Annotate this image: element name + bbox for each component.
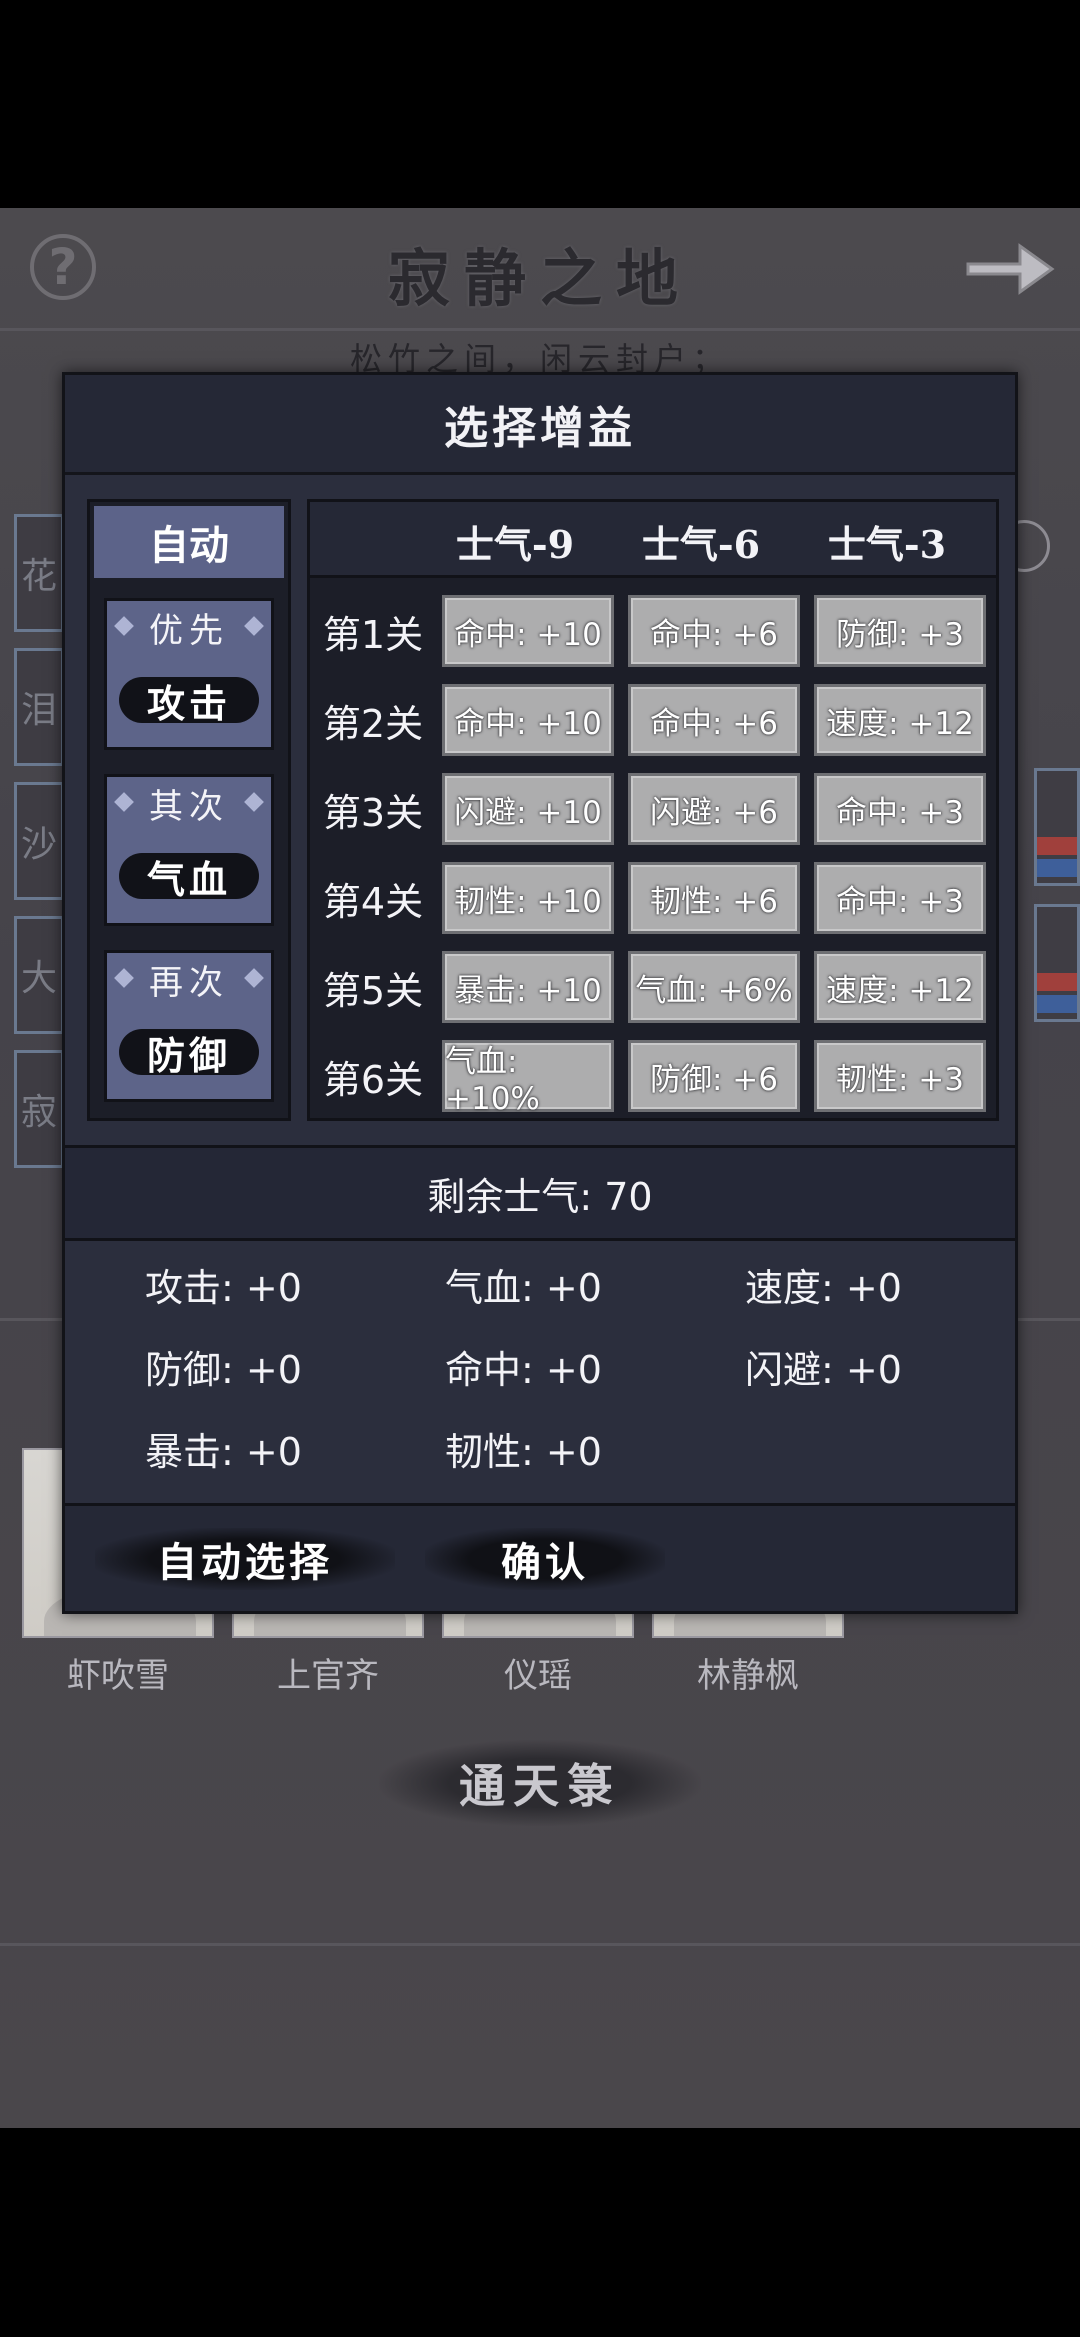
row-label: 第3关	[322, 791, 424, 835]
stat-value: 防御: +0	[145, 1348, 302, 1392]
buff-cell[interactable]: 速度: +12	[814, 951, 986, 1023]
stat-value: 暴击: +0	[145, 1430, 302, 1474]
priority-slot-1[interactable]: 优先 攻击	[104, 598, 274, 750]
buff-cell[interactable]: 闪避: +10	[442, 773, 614, 845]
priority-label: 再次	[149, 962, 229, 1003]
priority-slot-3[interactable]: 再次 防御	[104, 950, 274, 1102]
buff-grid: 士气-9 士气-6 士气-3 第1关 命中: +10 命中: +6 防御: +3…	[307, 499, 999, 1121]
priority-value: 攻击	[146, 680, 231, 726]
buff-cell[interactable]: 命中: +6	[628, 595, 800, 667]
dialog-footer: 自动选择 确认	[65, 1503, 1015, 1611]
priority-value: 气血	[146, 856, 231, 902]
priority-value: 防御	[146, 1032, 231, 1078]
auto-button[interactable]: 自动	[94, 506, 284, 578]
confirm-button[interactable]: 确认	[425, 1528, 665, 1590]
priority-label: 优先	[149, 610, 229, 651]
diamond-icon	[114, 968, 134, 988]
stat-value: 命中: +0	[445, 1348, 602, 1392]
row-label: 第2关	[322, 702, 424, 746]
side-tab-3[interactable]: 沙	[14, 782, 64, 900]
buff-cell[interactable]: 韧性: +10	[442, 862, 614, 934]
side-tab-2[interactable]: 泪	[14, 648, 64, 766]
side-tab-4[interactable]: 大	[14, 916, 64, 1034]
grid-header: 士气-9 士气-6 士气-3	[310, 502, 996, 578]
stat-value: 攻击: +0	[145, 1266, 302, 1310]
stat-value: 速度: +0	[745, 1266, 902, 1310]
column-header: 士气-6	[641, 522, 761, 567]
dialog-header: 选择增益	[65, 375, 1015, 475]
buff-cell[interactable]: 命中: +3	[814, 862, 986, 934]
buff-cell[interactable]: 闪避: +6	[628, 773, 800, 845]
buff-cell[interactable]: 速度: +12	[814, 684, 986, 756]
row-label: 第6关	[322, 1058, 424, 1102]
hero-name: 虾吹雪	[67, 1656, 169, 1696]
priority-panel: 自动 优先 攻击 其次 气血 再次 防御	[87, 499, 291, 1121]
buff-cell[interactable]: 命中: +10	[442, 684, 614, 756]
column-header: 士气-3	[827, 522, 947, 567]
diamond-icon	[114, 792, 134, 812]
buff-cell[interactable]: 韧性: +6	[628, 862, 800, 934]
right-card-1[interactable]	[1034, 768, 1080, 886]
divider	[0, 328, 1080, 331]
tongtian-button[interactable]: 通天箓	[379, 1740, 701, 1826]
buff-cell[interactable]: 命中: +6	[628, 684, 800, 756]
buff-cell[interactable]: 气血: +6%	[628, 951, 800, 1023]
buff-cell[interactable]: 防御: +3	[814, 595, 986, 667]
stat-value: 闪避: +0	[745, 1348, 902, 1392]
row-label: 第4关	[322, 880, 424, 924]
auto-select-button[interactable]: 自动选择	[95, 1528, 395, 1590]
priority-slot-2[interactable]: 其次 气血	[104, 774, 274, 926]
buff-cell[interactable]: 气血: +10%	[442, 1040, 614, 1117]
diamond-icon	[244, 616, 264, 636]
buff-cell[interactable]: 命中: +10	[442, 595, 614, 667]
right-card-2[interactable]	[1034, 904, 1080, 1022]
row-label: 第5关	[322, 969, 424, 1013]
stat-value: 韧性: +0	[445, 1430, 602, 1474]
hero-name: 仪瑶	[504, 1656, 572, 1696]
stat-value: 气血: +0	[445, 1266, 602, 1310]
stat-summary: 攻击: +0 气血: +0 速度: +0 防御: +0 命中: +0 闪避: +…	[65, 1247, 1015, 1497]
diamond-icon	[244, 968, 264, 988]
buff-cell[interactable]: 防御: +6	[628, 1040, 800, 1112]
remaining-morale: 剩余士气: 70	[65, 1145, 1015, 1241]
row-label: 第1关	[322, 613, 424, 657]
hero-name: 上官齐	[277, 1656, 379, 1696]
divider	[0, 1943, 1080, 1946]
stage-title: 寂静之地	[387, 242, 692, 315]
buff-cell[interactable]: 命中: +3	[814, 773, 986, 845]
dialog-title: 选择增益	[444, 402, 636, 454]
diamond-icon	[244, 792, 264, 812]
diamond-icon	[114, 616, 134, 636]
buff-cell[interactable]: 韧性: +3	[814, 1040, 986, 1112]
hero-name: 林静枫	[697, 1656, 799, 1696]
buff-select-dialog: 选择增益 自动 优先 攻击 其次 气血 再次 防御 士气-9 士气-6 士气-3…	[62, 372, 1018, 1614]
next-arrow-icon[interactable]	[962, 234, 1058, 304]
side-tab-5[interactable]: 寂	[14, 1050, 64, 1168]
priority-label: 其次	[149, 786, 229, 827]
side-tab-1[interactable]: 花	[14, 514, 64, 632]
column-header: 士气-9	[455, 522, 575, 567]
buff-cell[interactable]: 暴击: +10	[442, 951, 614, 1023]
tongtian-button-wrap: 通天箓	[0, 1740, 1080, 1826]
